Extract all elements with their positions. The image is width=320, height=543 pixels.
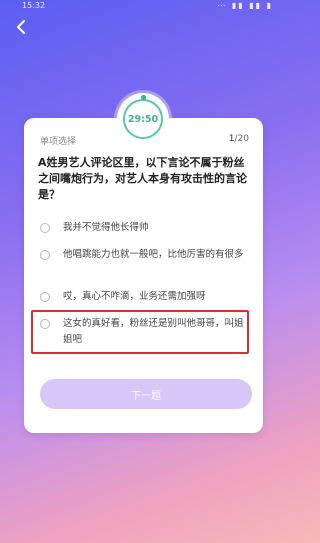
question-progress: 1/20 <box>229 134 249 144</box>
question-text: A姓男艺人评论区里，以下言论不属于粉丝之间嘴炮行为，对艺人本身有攻击性的言论是？ <box>38 156 247 201</box>
countdown-timer: 29:50 <box>117 93 169 145</box>
option-text: 这女的真好看，粉丝还是别叫他哥哥，叫姐姐吧 <box>63 318 244 345</box>
status-icons: ⋯ ▮▮ ▮▮ ▮ <box>217 1 273 10</box>
status-bar: 15:32 ⋯ ▮▮ ▮▮ ▮ <box>0 0 287 12</box>
radio-icon[interactable] <box>40 250 50 260</box>
timer-dot-icon <box>141 95 146 100</box>
radio-icon[interactable] <box>40 292 50 302</box>
chevron-left-icon <box>17 20 25 34</box>
timer-ring: 29:50 <box>123 99 163 139</box>
option-text: 哎，真心不咋滴，业务还需加强呀 <box>63 291 206 302</box>
option-text: 他唱跳能力也就一般吧，比他厉害的有很多 <box>63 249 244 260</box>
progress-total: /20 <box>234 134 249 144</box>
status-time: 15:32 <box>22 1 46 10</box>
back-button[interactable] <box>10 16 32 38</box>
question-type-label: 单项选择 <box>40 137 77 147</box>
radio-icon[interactable] <box>40 223 50 233</box>
option-text: 我并不觉得他长得帅 <box>63 222 149 233</box>
timer-text: 29:50 <box>127 113 159 125</box>
radio-icon[interactable] <box>40 319 50 329</box>
next-question-button[interactable]: 下一题 <box>40 379 252 409</box>
